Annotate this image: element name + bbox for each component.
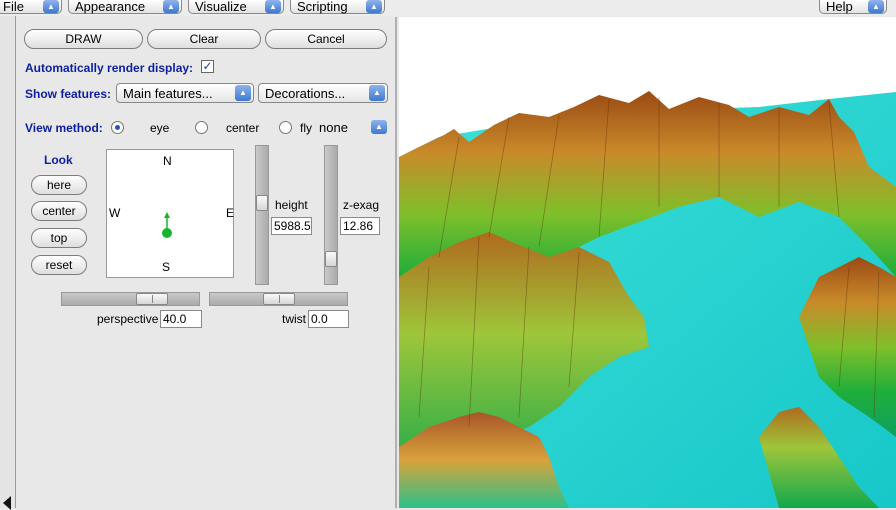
zexag-field[interactable]: 12.86 — [340, 217, 380, 235]
twist-slider-thumb[interactable] — [263, 293, 295, 305]
height-field[interactable]: 5988.5 — [271, 217, 312, 235]
scripting-menu-label: Scripting — [297, 0, 348, 14]
compass-east-label: E — [226, 206, 235, 220]
view-fly-radio[interactable] — [279, 121, 292, 134]
view-method-label: View method: — [25, 121, 103, 135]
zexag-label: z-exag — [343, 198, 380, 212]
compass-south-label: S — [162, 260, 171, 274]
look-here-button[interactable]: here — [31, 175, 87, 195]
visualize-menu[interactable]: Visualize ▲ — [188, 0, 284, 14]
cancel-button[interactable]: Cancel — [265, 29, 387, 49]
fly-mode-value: none — [319, 120, 348, 135]
auto-render-label: Automatically render display: — [25, 61, 194, 75]
chevron-down-icon: ▲ — [163, 0, 179, 13]
auto-render-checkbox[interactable]: ✓ — [201, 60, 214, 73]
clear-button[interactable]: Clear — [147, 29, 261, 49]
show-features-label: Show features: — [25, 87, 112, 101]
compass-north-label: N — [163, 154, 172, 168]
chevron-down-icon: ▲ — [868, 0, 884, 13]
file-menu[interactable]: File ▲︎ — [0, 0, 62, 14]
view-eye-radio[interactable] — [111, 121, 124, 134]
chevron-down-icon: ▲ — [265, 0, 281, 13]
position-compass[interactable]: N S E W — [106, 149, 234, 278]
main-features-dropdown[interactable]: Main features... ▲ — [116, 83, 254, 103]
view-eye-label: eye — [150, 121, 170, 135]
zexag-slider-thumb[interactable] — [325, 251, 337, 267]
scripting-menu[interactable]: Scripting ▲ — [290, 0, 385, 14]
chevron-down-icon: ▲︎ — [43, 0, 59, 13]
twist-label: twist — [282, 312, 306, 326]
height-slider-thumb[interactable] — [256, 195, 268, 211]
look-center-button[interactable]: center — [31, 201, 87, 221]
chevron-down-icon: ▲ — [366, 0, 382, 13]
main-features-value: Main features... — [123, 86, 213, 101]
decorations-value: Decorations... — [265, 86, 346, 101]
terrain-3d-view[interactable] — [399, 17, 896, 508]
chevron-down-icon: ▲ — [371, 120, 387, 134]
view-fly-label: fly — [300, 121, 312, 135]
file-menu-label: File — [3, 0, 24, 14]
height-slider[interactable] — [255, 145, 269, 285]
appearance-menu-label: Appearance — [75, 0, 146, 14]
help-menu[interactable]: Help ▲ — [819, 0, 887, 14]
perspective-field[interactable]: 40.0 — [160, 310, 202, 328]
help-menu-label: Help — [826, 0, 853, 14]
view-center-label: center — [226, 121, 260, 135]
look-label: Look — [44, 153, 73, 167]
perspective-label: perspective — [97, 312, 159, 326]
visualize-menu-label: Visualize — [195, 0, 247, 14]
perspective-slider[interactable] — [61, 292, 200, 306]
height-label: height — [275, 198, 308, 212]
decorations-dropdown[interactable]: Decorations... ▲ — [258, 83, 388, 103]
appearance-menu[interactable]: Appearance ▲ — [68, 0, 182, 14]
look-top-button[interactable]: top — [31, 228, 87, 248]
twist-field[interactable]: 0.0 — [308, 310, 349, 328]
chevron-down-icon: ▲ — [235, 85, 251, 101]
menubar: File ▲︎ Appearance ▲ Visualize ▲ Scripti… — [0, 0, 896, 16]
panel-collapse-strip[interactable] — [0, 16, 16, 510]
fly-mode-dropdown[interactable]: none ▲ — [315, 119, 389, 137]
compass-west-label: W — [109, 206, 121, 220]
viewer-position-icon[interactable] — [159, 212, 175, 240]
chevron-down-icon: ▲ — [369, 85, 385, 101]
control-panel: DRAW Clear Cancel Automatically render d… — [17, 17, 397, 508]
twist-slider[interactable] — [209, 292, 348, 306]
terrain-render[interactable] — [399, 17, 896, 508]
draw-button[interactable]: DRAW — [24, 29, 143, 49]
zexag-slider[interactable] — [324, 145, 338, 285]
look-reset-button[interactable]: reset — [31, 255, 87, 275]
view-center-radio[interactable] — [195, 121, 208, 134]
perspective-slider-thumb[interactable] — [136, 293, 168, 305]
